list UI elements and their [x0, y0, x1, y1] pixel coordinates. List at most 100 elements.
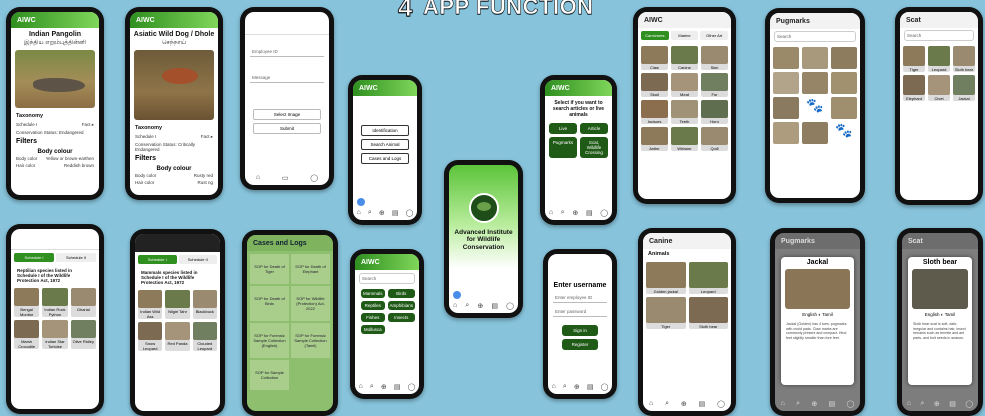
- article-tile[interactable]: Fur: [701, 73, 728, 97]
- species-tile[interactable]: Clouded Leopard: [192, 321, 217, 351]
- scat-tile[interactable]: Sloth bear: [953, 46, 975, 72]
- pugmarks-button[interactable]: Pugmarks: [549, 137, 577, 159]
- pugmark-tile[interactable]: [831, 72, 857, 94]
- scat-button[interactable]: Scat, Wildlife Crossing: [580, 137, 608, 159]
- message-field[interactable]: Message: [250, 73, 324, 83]
- cases-logs-button[interactable]: Cases and Logs: [361, 153, 409, 164]
- tab-carnivores[interactable]: Carnivores: [641, 31, 669, 40]
- search-icon[interactable]: ⌕: [368, 209, 372, 217]
- species-tile[interactable]: Nilgiri Tahr: [165, 289, 190, 319]
- category-button[interactable]: Mollusca: [361, 325, 385, 334]
- tab-schedule-1[interactable]: Schedule I: [14, 253, 54, 262]
- species-tile[interactable]: Blackbuck: [192, 289, 217, 319]
- tab-marine[interactable]: Marine: [670, 31, 699, 40]
- article-tile[interactable]: Skull: [641, 73, 668, 97]
- tab-other[interactable]: Other Art: [700, 31, 729, 40]
- report-icon[interactable]: ▭: [282, 174, 289, 182]
- sign-in-button[interactable]: Sign in: [562, 325, 598, 336]
- paw-icon[interactable]: 🐾: [802, 97, 828, 119]
- paw-icon[interactable]: 🐾: [831, 122, 857, 144]
- pugmark-tile[interactable]: [773, 72, 799, 94]
- add-icon[interactable]: ⊕: [477, 302, 483, 310]
- home-icon[interactable]: ⌂: [552, 383, 556, 391]
- identification-button[interactable]: Identification: [361, 125, 409, 136]
- tab-schedule-2[interactable]: Schedule II: [178, 255, 217, 264]
- category-button[interactable]: Reptiles: [361, 301, 385, 310]
- pugmark-tile[interactable]: [773, 47, 799, 69]
- home-icon[interactable]: ⌂: [359, 383, 363, 391]
- search-icon[interactable]: ⌕: [370, 383, 374, 391]
- home-icon[interactable]: ⌂: [781, 400, 785, 408]
- add-icon[interactable]: ⊕: [681, 400, 687, 408]
- article-tile[interactable]: Antler: [641, 127, 668, 151]
- sop-card[interactable]: SOP for Death of Birds: [250, 286, 289, 321]
- category-button[interactable]: Insects: [387, 313, 416, 322]
- canine-tile[interactable]: Golden jackal: [646, 262, 686, 294]
- language-toggle[interactable]: English ◐ Tamil: [784, 312, 851, 317]
- profile-icon[interactable]: ◯: [408, 383, 416, 391]
- profile-icon[interactable]: ◯: [601, 383, 609, 391]
- tab-schedule-1[interactable]: Schedule I: [138, 255, 177, 264]
- search-input[interactable]: Search: [904, 30, 974, 41]
- live-button[interactable]: Live: [549, 123, 577, 135]
- sop-card[interactable]: SOP for Forensic Sample Collection (Tami…: [291, 323, 330, 358]
- pugmark-tile[interactable]: [773, 97, 799, 119]
- search-icon[interactable]: ⌕: [563, 383, 567, 391]
- species-tile[interactable]: Indian Rock Python: [42, 287, 68, 317]
- taxonomy-heading[interactable]: Taxonomy: [130, 123, 218, 133]
- language-toggle[interactable]: English ◐ Tamil: [911, 312, 969, 317]
- pugmark-tile[interactable]: [831, 47, 857, 69]
- profile-icon[interactable]: ◯: [506, 302, 514, 310]
- home-icon[interactable]: ⌂: [357, 209, 361, 217]
- article-tile[interactable]: Skin: [701, 46, 728, 70]
- register-button[interactable]: Register: [562, 339, 598, 350]
- add-icon[interactable]: ⊕: [381, 383, 387, 391]
- category-button[interactable]: Fishes: [361, 313, 385, 322]
- category-button[interactable]: Mammals: [361, 289, 385, 298]
- search-input[interactable]: Search: [359, 273, 415, 284]
- book-icon[interactable]: ▤: [394, 383, 401, 391]
- add-icon[interactable]: ⊕: [572, 209, 578, 217]
- search-icon[interactable]: ⌕: [665, 400, 669, 408]
- scat-tile[interactable]: Jackal: [953, 75, 975, 101]
- profile-icon[interactable]: ◯: [965, 400, 973, 408]
- pugmark-tile[interactable]: [773, 122, 799, 144]
- species-tile[interactable]: Olive Ridley: [70, 319, 96, 349]
- species-tile[interactable]: Bengal Monitor: [14, 287, 40, 317]
- article-tile[interactable]: Horn: [701, 100, 728, 124]
- home-icon[interactable]: ⌂: [256, 174, 260, 182]
- article-tile[interactable]: Claw: [641, 46, 668, 70]
- home-icon[interactable]: ⌂: [649, 400, 653, 408]
- scat-tile[interactable]: Civet: [928, 75, 950, 101]
- scat-tile[interactable]: Tiger: [903, 46, 925, 72]
- add-icon[interactable]: ⊕: [574, 383, 580, 391]
- search-animal-button[interactable]: Search Animal: [361, 139, 409, 150]
- species-tile[interactable]: Marsh Crocodile: [14, 319, 40, 349]
- species-tile[interactable]: Indian Star Tortoise: [42, 319, 68, 349]
- employee-id-input[interactable]: Enter employee ID: [553, 293, 607, 303]
- article-tile[interactable]: Quill: [701, 127, 728, 151]
- home-icon[interactable]: ⌂: [549, 209, 553, 217]
- species-tile[interactable]: Gharial: [70, 287, 96, 317]
- article-tile[interactable]: Whisker: [671, 127, 698, 151]
- category-button[interactable]: Amphibians: [387, 301, 416, 310]
- scat-tile[interactable]: Leopard: [928, 46, 950, 72]
- search-input[interactable]: Search: [774, 31, 856, 42]
- book-icon[interactable]: ▤: [699, 400, 706, 408]
- sop-card[interactable]: SOP for Sample Collection: [250, 360, 289, 390]
- profile-icon[interactable]: ◯: [406, 209, 414, 217]
- employee-id-field[interactable]: Employee ID: [250, 47, 324, 57]
- pugmark-tile[interactable]: [831, 97, 857, 119]
- home-icon[interactable]: ⌂: [907, 400, 911, 408]
- pugmark-tile[interactable]: [802, 72, 828, 94]
- search-icon[interactable]: ⌕: [465, 302, 469, 310]
- profile-icon[interactable]: ◯: [717, 400, 725, 408]
- sop-card[interactable]: SOP for Wildlife (Protection) Act, 2022: [291, 286, 330, 321]
- profile-icon[interactable]: ◯: [600, 209, 608, 217]
- search-icon[interactable]: ⌕: [561, 209, 565, 217]
- select-image-button[interactable]: Select Image: [253, 109, 321, 120]
- article-tile[interactable]: Incisors: [641, 100, 668, 124]
- taxonomy-heading[interactable]: Taxonomy: [11, 111, 99, 121]
- chat-fab[interactable]: [357, 198, 365, 206]
- article-button[interactable]: Article: [580, 123, 608, 135]
